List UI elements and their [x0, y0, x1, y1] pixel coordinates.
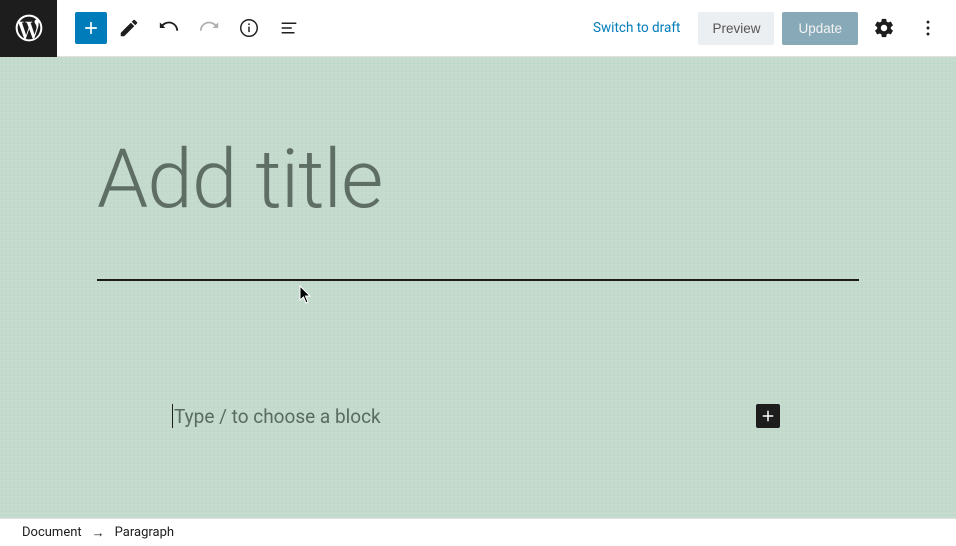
editor-canvas[interactable]: Add title Type / to choose a block [0, 57, 956, 518]
breadcrumb-root[interactable]: Document [22, 525, 82, 540]
breadcrumb-separator: → [92, 525, 105, 541]
undo-button[interactable] [151, 10, 187, 46]
settings-button[interactable] [866, 10, 902, 46]
wordpress-icon [13, 12, 45, 44]
plus-icon [81, 18, 101, 38]
plus-icon [759, 407, 777, 425]
mouse-cursor-icon [299, 285, 313, 305]
post-title-input[interactable]: Add title [97, 139, 859, 221]
text-caret [172, 404, 173, 428]
paragraph-block[interactable]: Type / to choose a block [172, 404, 784, 428]
undo-icon [158, 17, 180, 39]
gear-icon [873, 17, 895, 39]
add-block-button[interactable] [75, 12, 107, 44]
switch-to-draft-link[interactable]: Switch to draft [583, 12, 690, 44]
wordpress-logo[interactable] [0, 0, 57, 57]
post-editor: Add title [97, 139, 859, 281]
editor-toolbar: Switch to draft Preview Update [0, 0, 956, 57]
toolbar-left-group [57, 10, 307, 46]
more-vertical-icon [917, 17, 939, 39]
outline-button[interactable] [271, 10, 307, 46]
block-placeholder: Type / to choose a block [174, 405, 784, 428]
list-outline-icon [278, 17, 300, 39]
redo-button[interactable] [191, 10, 227, 46]
info-button[interactable] [231, 10, 267, 46]
title-underline [97, 279, 859, 281]
preview-button[interactable]: Preview [698, 12, 774, 45]
inline-add-block-button[interactable] [756, 404, 780, 428]
more-menu-button[interactable] [910, 10, 946, 46]
breadcrumb-current[interactable]: Paragraph [115, 525, 174, 540]
update-button[interactable]: Update [782, 12, 858, 45]
pencil-icon [118, 17, 140, 39]
breadcrumb-bar: Document → Paragraph [0, 518, 956, 546]
toolbar-right-group: Switch to draft Preview Update [583, 10, 956, 46]
redo-icon [198, 17, 220, 39]
edit-mode-button[interactable] [111, 10, 147, 46]
info-icon [238, 17, 260, 39]
